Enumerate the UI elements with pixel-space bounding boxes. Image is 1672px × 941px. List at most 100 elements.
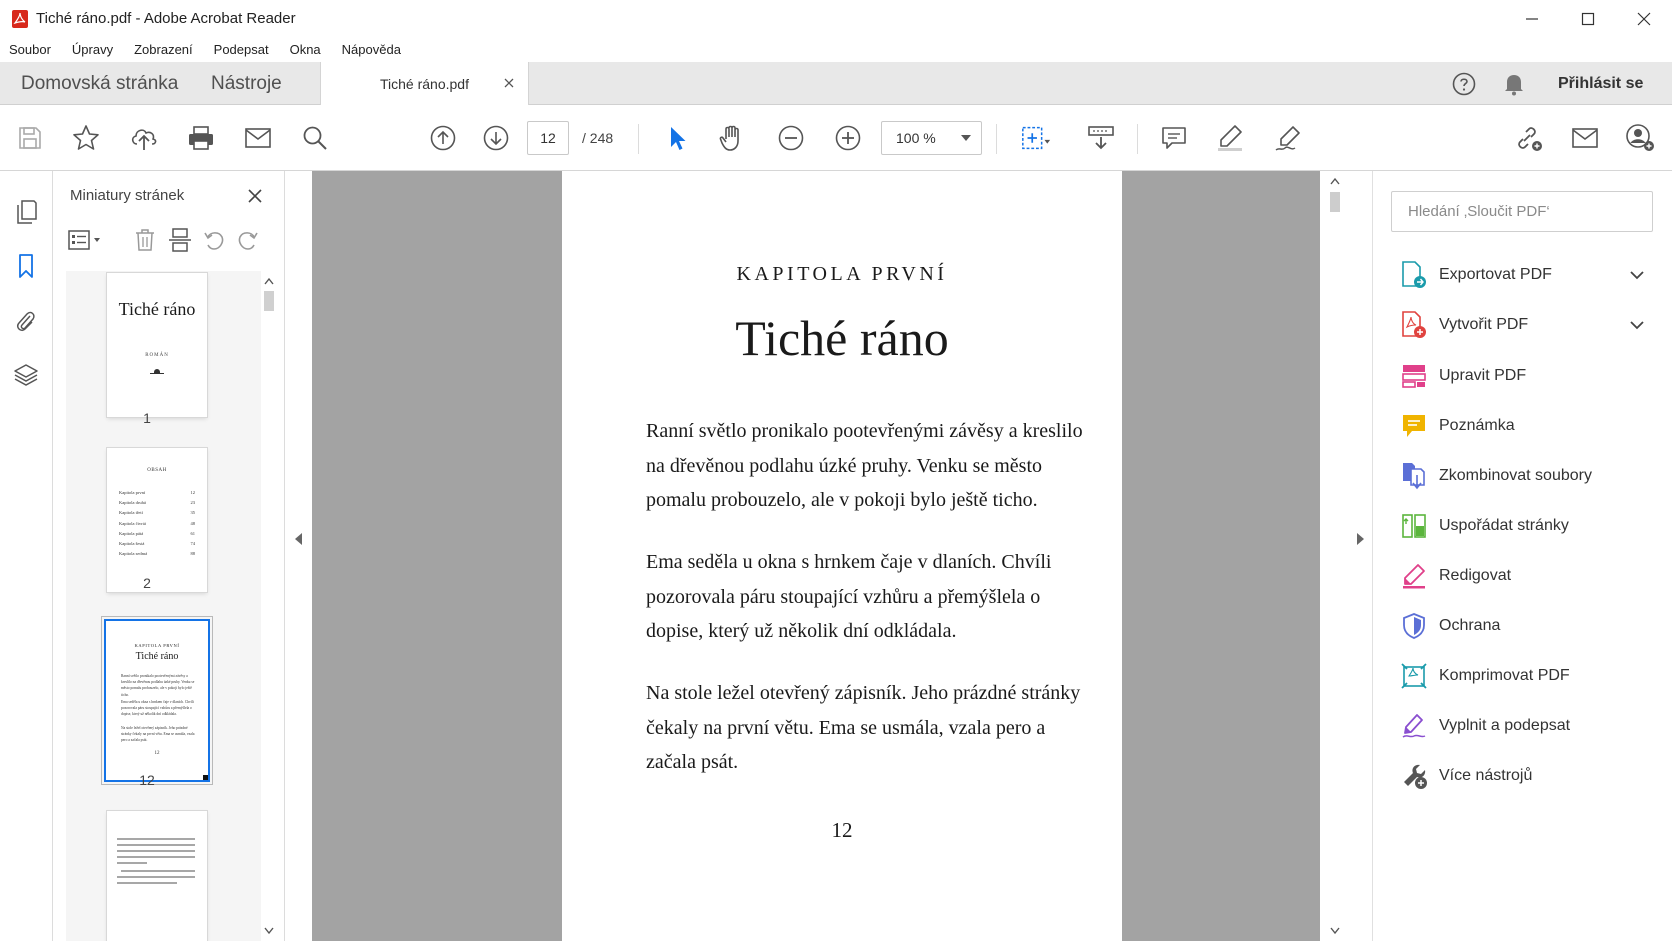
thumbnail-page-1[interactable]: Tiché ráno ROMÁN xyxy=(107,273,207,417)
thumbnail-paragraph: Ranní světlo pronikalo pootevřenými závě… xyxy=(121,674,195,697)
minimize-button[interactable] xyxy=(1504,0,1560,37)
page-number-input[interactable]: 12 xyxy=(527,121,569,155)
menu-soubor[interactable]: Soubor xyxy=(9,42,51,57)
toc-row: Kapitola čtvrtá 48 xyxy=(119,519,195,529)
tool-label: Poznámka xyxy=(1439,417,1515,434)
cursor-arrow-icon xyxy=(671,127,686,150)
arrow-up-circle-icon xyxy=(430,125,456,151)
insert-page-button[interactable] xyxy=(166,226,194,254)
tab-tools[interactable]: Nástroje xyxy=(211,62,282,105)
save-button[interactable] xyxy=(14,122,46,154)
tools-search-input[interactable]: Hledání ‚Sloučit PDF‘ xyxy=(1391,191,1653,232)
layers-button[interactable] xyxy=(11,360,41,390)
zoom-select[interactable]: 100 % xyxy=(881,121,982,155)
upload-button[interactable] xyxy=(128,122,160,154)
zoom-out-button[interactable] xyxy=(775,122,807,154)
collapse-left-panel-icon[interactable] xyxy=(295,533,303,545)
menu-zobrazeni[interactable]: Zobrazení xyxy=(134,42,193,57)
highlight-button[interactable] xyxy=(1214,122,1246,154)
thumbnail-cover-subtitle: ROMÁN xyxy=(145,353,169,358)
maximize-button[interactable] xyxy=(1560,0,1616,37)
hand-tool-button[interactable] xyxy=(716,122,748,154)
tool-organize-pages[interactable]: Uspořádat stránky xyxy=(1373,507,1672,547)
previous-page-button[interactable] xyxy=(427,122,459,154)
tool-create-pdf[interactable]: Vytvořit PDF xyxy=(1373,306,1672,346)
tool-redact[interactable]: Redigovat xyxy=(1373,557,1672,597)
search-button[interactable] xyxy=(299,122,331,154)
thumbnail-page-2[interactable]: OBSAH Kapitola první 12 Kapitola druhá 23 Ka… xyxy=(107,448,207,592)
bookmark-star-button[interactable] xyxy=(70,122,102,154)
tool-compress-pdf[interactable]: Komprimovat PDF xyxy=(1373,657,1672,697)
rotate-right-icon xyxy=(238,232,258,250)
thumbnail-scroll-thumb[interactable] xyxy=(264,291,274,311)
tool-protect[interactable]: Ochrana xyxy=(1373,607,1672,647)
tab-document[interactable]: Tiché ráno.pdf xyxy=(320,62,529,106)
paragraph-3: Na stole ležel otevřený zápisník. Jeho p… xyxy=(646,682,1081,773)
edit-pdf-icon xyxy=(1399,361,1429,391)
document-scroll-thumb[interactable] xyxy=(1330,192,1340,212)
tool-more-tools[interactable]: Více nástrojů xyxy=(1373,757,1672,797)
acrobat-logo-icon xyxy=(12,9,28,28)
tool-label: Redigovat xyxy=(1439,567,1512,584)
help-button[interactable] xyxy=(1452,62,1476,105)
toc-chapter: Kapitola druhá xyxy=(119,500,146,506)
toc-page: 88 xyxy=(190,551,196,557)
envelope-icon xyxy=(245,128,271,148)
chevron-down-icon[interactable] xyxy=(1628,316,1646,334)
attachments-button[interactable] xyxy=(11,306,41,336)
scroll-down-icon xyxy=(264,927,274,935)
bookmarks-button[interactable] xyxy=(11,251,41,281)
close-window-button[interactable] xyxy=(1616,0,1672,37)
menu-okna[interactable]: Okna xyxy=(290,42,321,57)
thumbnail-page-12[interactable]: KAPITOLA PRVNÍ Tiché ráno Ranní světlo p… xyxy=(106,621,208,780)
page-thumbnails-button[interactable] xyxy=(11,197,41,227)
chevron-down-icon[interactable] xyxy=(1628,266,1646,284)
share-user-button[interactable] xyxy=(1624,122,1656,154)
tool-fill-sign[interactable]: Vyplnit a podepsat xyxy=(1373,707,1672,747)
rotate-right-button[interactable] xyxy=(234,226,262,254)
share-link-button[interactable] xyxy=(1512,122,1544,154)
zoom-in-button[interactable] xyxy=(832,122,864,154)
comment-button[interactable] xyxy=(1158,122,1190,154)
delete-pages-button[interactable] xyxy=(131,226,159,254)
rotate-left-button[interactable] xyxy=(200,226,228,254)
zoom-value: 100 % xyxy=(896,130,936,146)
tool-edit-pdf[interactable]: Upravit PDF xyxy=(1373,357,1672,397)
document-viewer: KAPITOLA PRVNÍ Tiché ráno Ranní světlo p… xyxy=(286,171,1372,941)
menu-podepsat[interactable]: Podepsat xyxy=(214,42,269,57)
select-tool-button[interactable] xyxy=(661,122,693,154)
tool-label: Upravit PDF xyxy=(1439,367,1527,384)
close-tab-button[interactable] xyxy=(501,75,517,91)
email-button[interactable] xyxy=(242,122,274,154)
marquee-zoom-button[interactable] xyxy=(1020,122,1052,154)
tool-combine-files[interactable]: Zkombinovat soubory xyxy=(1373,457,1672,497)
next-page-button[interactable] xyxy=(480,122,512,154)
print-button[interactable] xyxy=(185,122,217,154)
menu-napoveda[interactable]: Nápověda xyxy=(342,42,401,57)
scroll-mode-button[interactable] xyxy=(1085,122,1117,154)
notifications-button[interactable] xyxy=(1503,62,1525,105)
bookmark-icon xyxy=(19,254,33,278)
sign-in-button[interactable]: Přihlásit se xyxy=(1558,75,1643,93)
close-panel-button[interactable] xyxy=(244,185,266,207)
tool-export-pdf[interactable]: Exportovat PDF xyxy=(1373,256,1672,296)
sign-button[interactable] xyxy=(1272,122,1304,154)
trash-icon xyxy=(136,229,154,251)
share-email-button[interactable] xyxy=(1569,122,1601,154)
toc-heading: OBSAH xyxy=(147,468,167,473)
zoom-in-icon xyxy=(835,125,861,151)
menu-upravy[interactable]: Úpravy xyxy=(72,42,113,57)
paperclip-icon xyxy=(16,311,35,332)
comment-icon xyxy=(1162,127,1186,149)
tab-home[interactable]: Domovská stránka xyxy=(21,62,178,105)
thumbnail-options-button[interactable] xyxy=(66,226,106,254)
toc-page: 74 xyxy=(190,540,196,546)
tool-comment[interactable]: Poznámka xyxy=(1373,407,1672,447)
tool-label: Ochrana xyxy=(1439,617,1501,634)
thumbnail-scrollbar[interactable] xyxy=(261,271,277,941)
document-scrollbar[interactable] xyxy=(1326,171,1344,941)
thumbnail-page-next[interactable] xyxy=(107,811,207,941)
collapse-right-panel-icon[interactable] xyxy=(1356,533,1364,545)
page-number: 12 xyxy=(831,818,853,842)
thumbnail-chapter-label: KAPITOLA PRVNÍ xyxy=(134,643,180,648)
